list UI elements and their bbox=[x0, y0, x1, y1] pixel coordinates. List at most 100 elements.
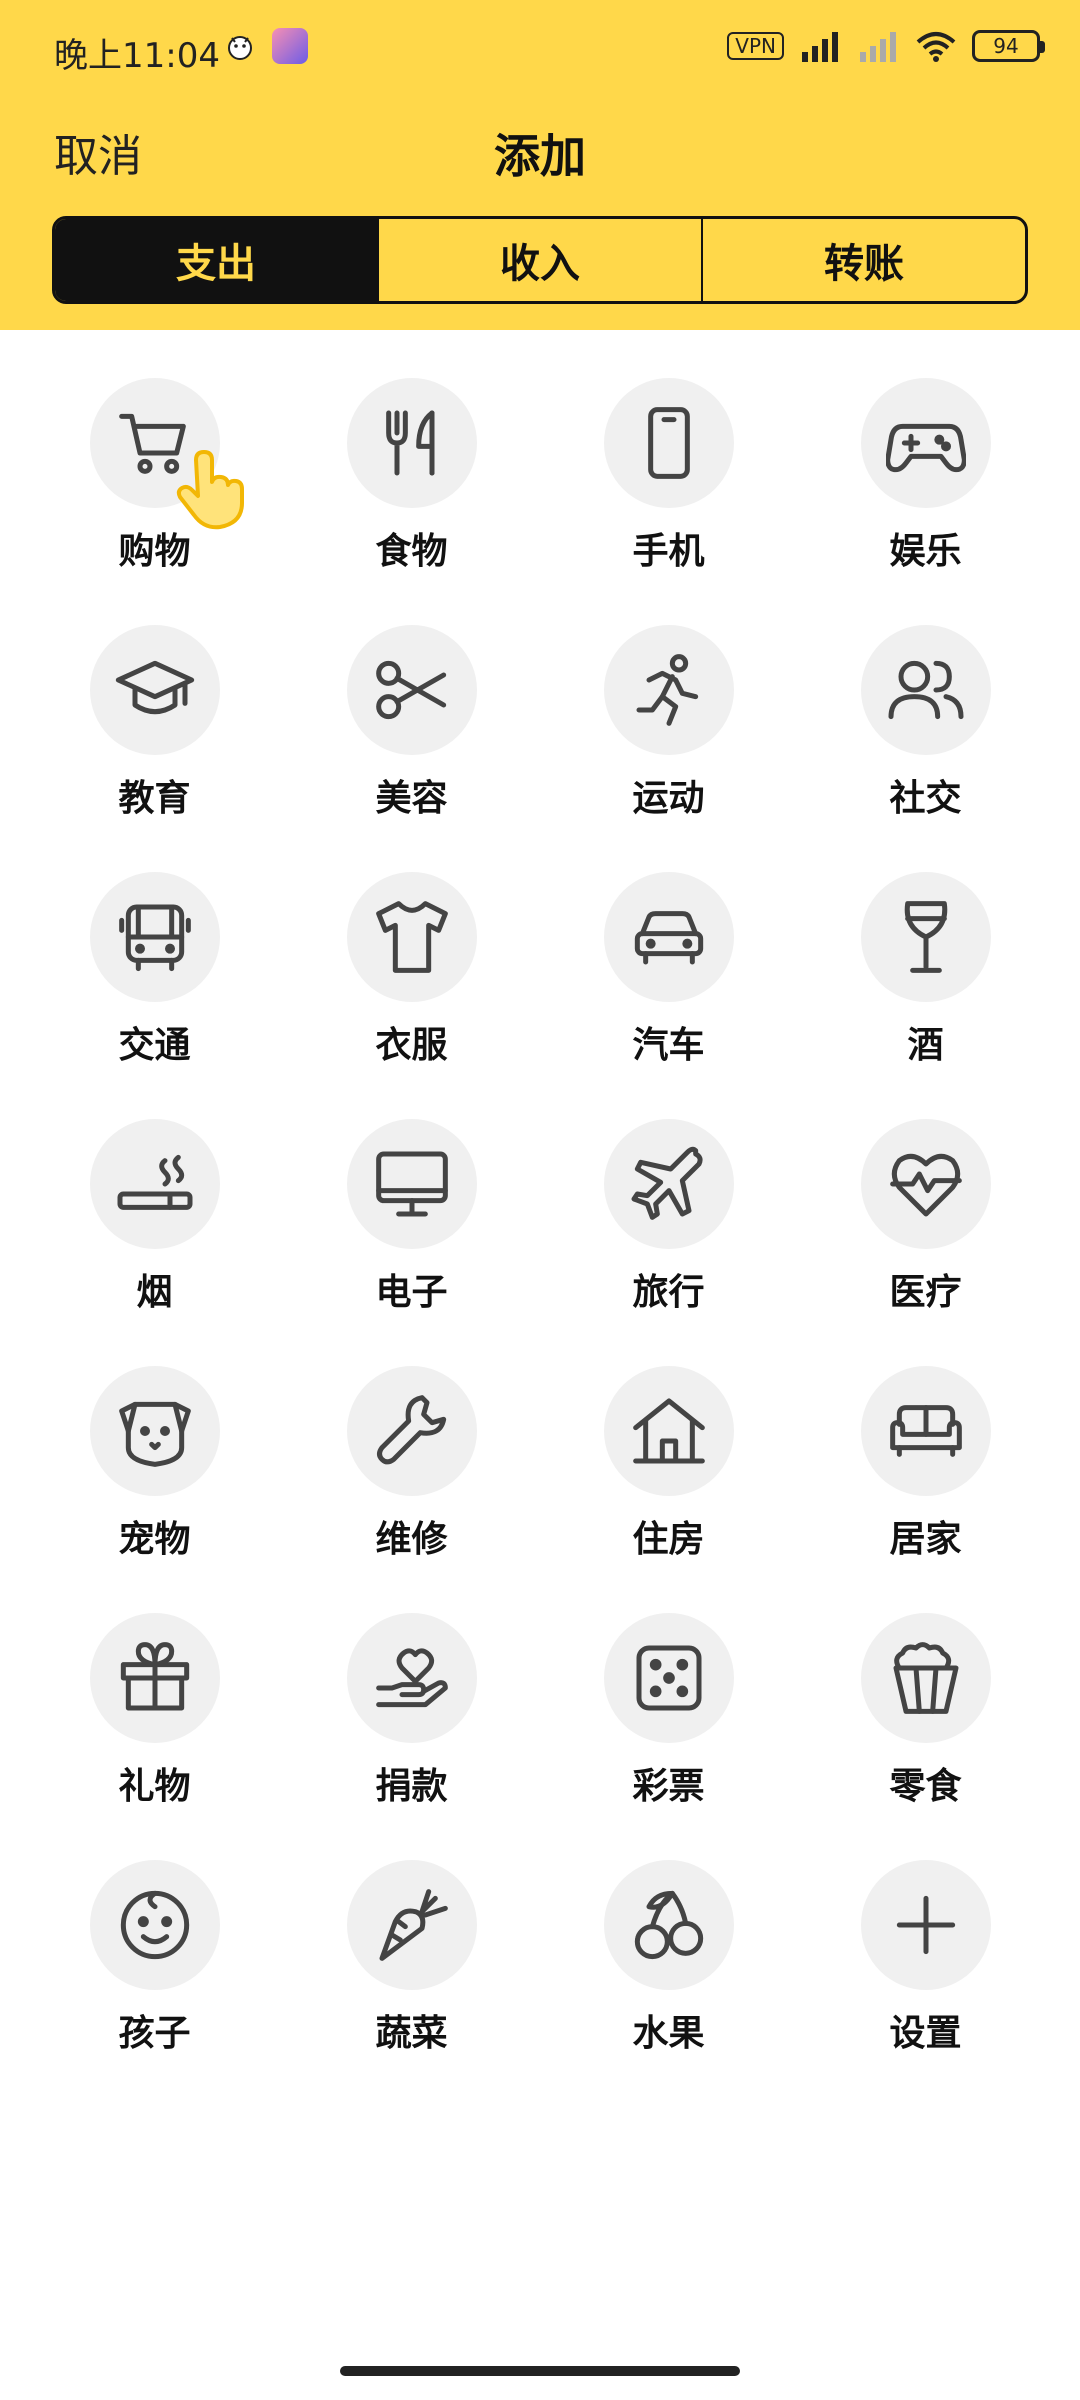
car-icon bbox=[634, 911, 703, 965]
home-indicator[interactable] bbox=[340, 2366, 740, 2376]
category-social[interactable]: 社交 bbox=[797, 577, 1054, 824]
status-right: VPN 94 bbox=[727, 26, 1045, 66]
category-label: 交通 bbox=[118, 1025, 191, 1066]
category-label: 运动 bbox=[632, 778, 705, 819]
tab-income[interactable]: 收入 bbox=[377, 219, 701, 301]
category-snacks[interactable]: 零食 bbox=[797, 1565, 1054, 1812]
category-food[interactable]: 食物 bbox=[283, 330, 540, 577]
category-beauty[interactable]: 美容 bbox=[283, 577, 540, 824]
category-housing[interactable]: 住房 bbox=[540, 1318, 797, 1565]
status-bar: 晚上11:04 VPN 94 bbox=[0, 0, 1080, 96]
shirt-icon bbox=[375, 901, 448, 973]
category-label: 衣服 bbox=[375, 1025, 448, 1066]
page-title: 添加 bbox=[494, 129, 586, 183]
hand-pointer-icon bbox=[176, 450, 244, 530]
header: 晚上11:04 VPN 94 取消 添加 支出 收入 转账 bbox=[0, 0, 1080, 330]
cigarette-icon bbox=[117, 1154, 192, 1210]
category-settings[interactable]: 设置 bbox=[797, 1812, 1054, 2059]
category-label: 居家 bbox=[889, 1519, 962, 1560]
app-notification-icon bbox=[228, 36, 252, 60]
category-label: 零食 bbox=[889, 1766, 962, 1807]
category-home[interactable]: 居家 bbox=[797, 1318, 1054, 1565]
sofa-icon bbox=[889, 1405, 962, 1457]
gamepad-icon bbox=[885, 423, 966, 473]
category-label: 蔬菜 bbox=[375, 2013, 448, 2054]
category-label: 水果 bbox=[632, 2013, 705, 2054]
phone-icon bbox=[647, 407, 690, 479]
type-tabs: 支出 收入 转账 bbox=[52, 216, 1028, 304]
house-icon bbox=[632, 1398, 705, 1464]
vpn-badge: VPN bbox=[727, 32, 784, 60]
category-electronics[interactable]: 电子 bbox=[283, 1071, 540, 1318]
category-label: 美容 bbox=[375, 778, 448, 819]
category-smoking[interactable]: 烟 bbox=[26, 1071, 283, 1318]
category-label: 旅行 bbox=[632, 1272, 705, 1313]
dog-icon bbox=[118, 1401, 191, 1467]
category-vegetables[interactable]: 蔬菜 bbox=[283, 1812, 540, 2059]
category-label: 社交 bbox=[889, 778, 962, 819]
category-sports[interactable]: 运动 bbox=[540, 577, 797, 824]
running-icon bbox=[636, 654, 698, 726]
bus-icon bbox=[118, 904, 191, 972]
cancel-button[interactable]: 取消 bbox=[54, 120, 142, 184]
category-label: 礼物 bbox=[118, 1766, 191, 1807]
wrench-icon bbox=[376, 1395, 446, 1465]
rocket-app-icon bbox=[272, 28, 308, 64]
cherry-icon bbox=[634, 1890, 703, 1960]
tab-transfer[interactable]: 转账 bbox=[701, 219, 1025, 301]
wine-glass-icon bbox=[904, 901, 947, 973]
category-pets[interactable]: 宠物 bbox=[26, 1318, 283, 1565]
category-label: 医疗 bbox=[889, 1272, 962, 1313]
category-grid: 购物 食物 手机 娱乐 教育 美容 运动 社交 交通 衣服 汽车 酒 烟 电子 … bbox=[0, 330, 1080, 2059]
monitor-icon bbox=[375, 1151, 448, 1217]
category-label: 手机 bbox=[632, 531, 705, 572]
category-gift[interactable]: 礼物 bbox=[26, 1565, 283, 1812]
category-label: 教育 bbox=[118, 778, 191, 819]
category-education[interactable]: 教育 bbox=[26, 577, 283, 824]
tab-expense[interactable]: 支出 bbox=[55, 219, 377, 301]
category-kids[interactable]: 孩子 bbox=[26, 1812, 283, 2059]
donation-icon bbox=[375, 1648, 448, 1708]
category-travel[interactable]: 旅行 bbox=[540, 1071, 797, 1318]
gift-icon bbox=[120, 1642, 189, 1711]
category-label: 电子 bbox=[375, 1272, 448, 1313]
category-phone[interactable]: 手机 bbox=[540, 330, 797, 577]
fork-knife-icon bbox=[385, 410, 434, 476]
category-label: 孩子 bbox=[118, 2013, 191, 2054]
category-label: 食物 bbox=[375, 531, 448, 572]
category-car[interactable]: 汽车 bbox=[540, 824, 797, 1071]
wifi-icon bbox=[916, 32, 956, 62]
category-label: 娱乐 bbox=[889, 531, 962, 572]
popcorn-icon bbox=[893, 1642, 958, 1714]
users-icon bbox=[888, 660, 963, 720]
category-alcohol[interactable]: 酒 bbox=[797, 824, 1054, 1071]
graduation-cap-icon bbox=[115, 660, 194, 715]
category-transport[interactable]: 交通 bbox=[26, 824, 283, 1071]
category-entertainment[interactable]: 娱乐 bbox=[797, 330, 1054, 577]
category-label: 捐款 bbox=[375, 1766, 448, 1807]
category-label: 彩票 bbox=[632, 1766, 705, 1807]
airplane-icon bbox=[631, 1146, 703, 1220]
carrot-icon bbox=[379, 1889, 448, 1961]
category-label: 维修 bbox=[375, 1519, 448, 1560]
category-repair[interactable]: 维修 bbox=[283, 1318, 540, 1565]
dice-icon bbox=[636, 1645, 701, 1711]
heartbeat-icon bbox=[889, 1153, 962, 1217]
category-medical[interactable]: 医疗 bbox=[797, 1071, 1054, 1318]
category-clothes[interactable]: 衣服 bbox=[283, 824, 540, 1071]
category-label: 设置 bbox=[889, 2013, 962, 2054]
category-label: 烟 bbox=[136, 1272, 173, 1313]
category-label: 汽车 bbox=[632, 1025, 705, 1066]
status-time: 晚上11:04 bbox=[54, 36, 220, 76]
nav-bar: 取消 添加 bbox=[0, 110, 1080, 190]
category-label: 酒 bbox=[907, 1025, 944, 1066]
category-lottery[interactable]: 彩票 bbox=[540, 1565, 797, 1812]
category-donation[interactable]: 捐款 bbox=[283, 1565, 540, 1812]
battery-icon: 94 bbox=[972, 30, 1045, 62]
scissors-icon bbox=[375, 660, 446, 720]
plus-icon bbox=[896, 1895, 955, 1955]
signal-weak-icon bbox=[860, 32, 896, 62]
category-shopping[interactable]: 购物 bbox=[26, 330, 283, 577]
category-fruits[interactable]: 水果 bbox=[540, 1812, 797, 2059]
baby-icon bbox=[120, 1890, 189, 1960]
